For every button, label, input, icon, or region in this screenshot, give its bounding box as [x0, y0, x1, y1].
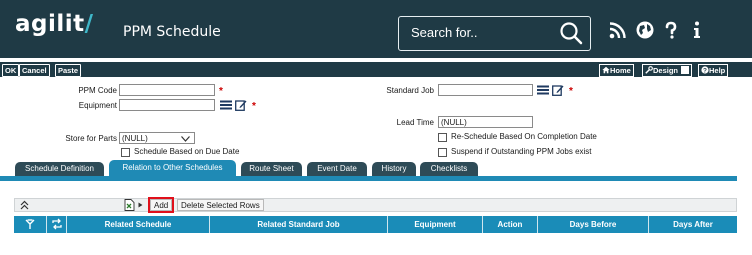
tab-route-sheet[interactable]: Route Sheet [241, 162, 302, 176]
agilit-logo[interactable]: agilit/ [15, 11, 94, 37]
lead-time-label: Lead Time [396, 118, 434, 127]
required-marker: * [219, 86, 223, 97]
design-checkbox[interactable] [681, 66, 690, 74]
add-row-button[interactable]: Add [150, 199, 173, 211]
tab-checklists[interactable]: Checklists [420, 162, 478, 176]
due-date-label: Schedule Based on Due Date [134, 147, 240, 156]
help-label: Help [709, 66, 726, 75]
reschedule-checkbox[interactable] [438, 133, 447, 142]
collapse-icon[interactable] [20, 200, 29, 210]
store-for-parts-label: Store for Parts [65, 134, 117, 143]
standard-job-input[interactable] [438, 84, 533, 96]
refresh-column-header[interactable] [47, 216, 67, 233]
action-toolbar: OK Cancel Paste Home Design ? Help [0, 62, 752, 77]
pin-icon [25, 219, 35, 229]
help-button[interactable]: ? Help [698, 64, 729, 77]
search-icon[interactable] [558, 20, 584, 46]
caret-right-icon[interactable] [138, 202, 143, 208]
ppm-code-label: PPM Code [78, 86, 117, 95]
cancel-button[interactable]: Cancel [19, 64, 50, 77]
equipment-column-header[interactable]: Equipment [388, 216, 483, 233]
refresh-icon [51, 218, 62, 230]
paste-button[interactable]: Paste [55, 64, 82, 77]
required-marker: * [569, 86, 573, 97]
tab-history[interactable]: History [372, 162, 416, 176]
grid-header: Related Schedule Related Standard Job Eq… [14, 216, 737, 233]
edit-icon[interactable] [552, 84, 564, 96]
home-icon [602, 66, 610, 74]
edit-icon[interactable] [235, 99, 247, 111]
wrench-icon [645, 66, 653, 74]
tab-relation-to-other-schedules[interactable]: Relation to Other Schedules [109, 160, 236, 177]
page-title: PPM Schedule [123, 24, 221, 40]
list-icon[interactable] [537, 84, 549, 96]
standard-job-label: Standard Job [386, 86, 434, 95]
logo-text: agilit [15, 11, 85, 37]
home-label: Home [610, 66, 631, 75]
search-input[interactable]: Search for.. [411, 25, 477, 40]
home-button[interactable]: Home [599, 64, 634, 77]
related-standard-job-column-header[interactable]: Related Standard Job [210, 216, 388, 233]
tab-event-date[interactable]: Event Date [307, 162, 367, 176]
list-icon[interactable] [220, 99, 232, 111]
lead-time-input[interactable]: (NULL) [438, 116, 533, 128]
equipment-input[interactable] [119, 99, 215, 111]
select-column-header[interactable] [14, 216, 47, 233]
tab-strip-underline [0, 176, 737, 181]
design-label: Design [653, 66, 679, 75]
suspend-checkbox[interactable] [438, 148, 447, 157]
ppm-code-input[interactable] [119, 84, 215, 96]
suspend-label: Suspend if Outstanding PPM Jobs exist [451, 147, 592, 156]
logo-slash: / [84, 11, 94, 37]
action-column-header[interactable]: Action [483, 216, 538, 233]
required-marker: * [252, 101, 256, 112]
app-header: agilit/ PPM Schedule Search for.. [0, 0, 752, 58]
grid-toolbar [14, 198, 737, 212]
delete-selected-rows-button[interactable]: Delete Selected Rows [177, 199, 264, 211]
store-for-parts-select[interactable]: (NULL) [119, 132, 195, 144]
svg-text:?: ? [703, 67, 707, 74]
ok-button[interactable]: OK [2, 64, 20, 77]
search-box[interactable]: Search for.. [398, 16, 591, 51]
help-icon[interactable] [661, 20, 681, 40]
days-before-column-header[interactable]: Days Before [538, 216, 649, 233]
globe-icon[interactable] [635, 20, 655, 40]
chevron-down-icon [181, 136, 190, 142]
due-date-checkbox[interactable] [121, 148, 130, 157]
days-after-column-header[interactable]: Days After [649, 216, 737, 233]
question-icon: ? [701, 66, 709, 74]
info-icon[interactable] [687, 20, 707, 40]
related-schedule-column-header[interactable]: Related Schedule [67, 216, 210, 233]
design-button[interactable]: Design [642, 64, 693, 77]
reschedule-label: Re-Schedule Based On Completion Date [451, 132, 597, 141]
tab-schedule-definition[interactable]: Schedule Definition [15, 162, 104, 176]
equipment-label: Equipment [78, 101, 117, 110]
rss-icon[interactable] [608, 20, 628, 40]
export-excel-icon[interactable] [124, 199, 135, 211]
store-for-parts-value: (NULL) [122, 134, 148, 143]
